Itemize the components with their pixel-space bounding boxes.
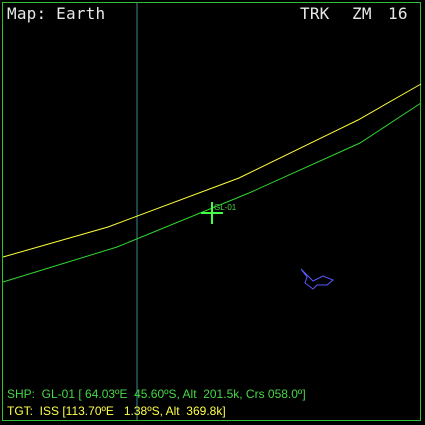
- zoom-value: 16: [388, 4, 408, 23]
- ship-track-line: [2, 102, 422, 283]
- map-title: Map: Earth: [7, 4, 106, 23]
- map-screen: GL-01 Map: Earth TRK ZM 16 SHP: GL-01 [ …: [0, 0, 425, 425]
- mode-indicator: TRK: [300, 4, 330, 23]
- target-status-line: TGT: ISS [113.70ºE 1.38ºS, Alt 369.8k]: [7, 404, 226, 418]
- ship-status-line: SHP: GL-01 [ 64.03ºE 45.60ºS, Alt 201.5k…: [7, 387, 306, 401]
- target-track-line: [2, 83, 422, 258]
- ship-marker-label: GL-01: [214, 203, 237, 212]
- target-spacecraft-icon[interactable]: [300, 268, 334, 290]
- zoom-label: ZM: [352, 4, 372, 23]
- map-canvas[interactable]: GL-01: [0, 0, 425, 425]
